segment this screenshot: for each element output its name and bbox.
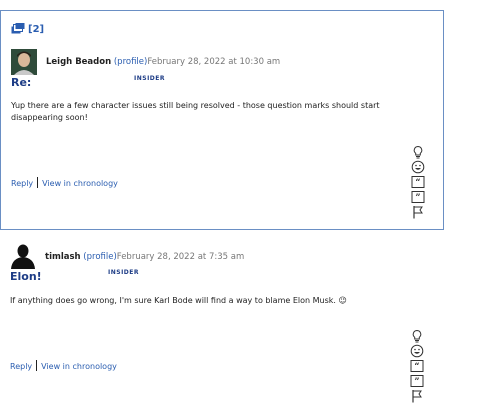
comment-actions: Reply View in chronology — [10, 360, 117, 371]
chronology-link[interactable]: View in chronology — [41, 362, 117, 371]
svg-text:“: “ — [415, 179, 420, 189]
insightful-icon[interactable] — [411, 145, 425, 159]
reply-link[interactable]: Reply — [11, 179, 33, 188]
separator — [37, 177, 39, 188]
vote-buttons: “ ” — [411, 145, 425, 220]
last-word-icon[interactable]: ” — [411, 190, 425, 204]
comment: timlash (profile)February 28, 2022 at 7:… — [0, 243, 444, 405]
comment-body: Yup there are a few character issues sti… — [11, 101, 380, 122]
svg-text:”: ” — [414, 378, 419, 388]
funny-icon[interactable] — [411, 160, 425, 174]
comment-date[interactable]: February 28, 2022 at 10:30 am — [147, 57, 280, 67]
comment-date[interactable]: February 28, 2022 at 7:35 am — [117, 252, 244, 262]
thread-count[interactable]: [2] — [28, 24, 44, 35]
profile-link[interactable]: (profile) — [83, 252, 116, 262]
flag-icon[interactable] — [410, 389, 424, 403]
reply-link[interactable]: Reply — [10, 362, 32, 371]
vote-buttons: “ ” — [410, 329, 424, 404]
separator — [36, 360, 38, 371]
flag-icon[interactable] — [411, 205, 425, 219]
comment-reply: [2] Leigh Beadon (profile)February 28, 2… — [0, 10, 444, 230]
thread-icon — [11, 23, 25, 34]
profile-link[interactable]: (profile) — [114, 57, 147, 67]
thread-count-link[interactable]: [2] — [11, 23, 44, 35]
last-word-icon[interactable]: ” — [410, 374, 424, 388]
comment-body: If anything does go wrong, I'm sure Karl… — [10, 296, 347, 305]
svg-text:“: “ — [414, 363, 419, 373]
chronology-link[interactable]: View in chronology — [42, 179, 118, 188]
avatar[interactable] — [11, 49, 37, 75]
comment-title: Re: — [11, 76, 32, 89]
author-name[interactable]: Leigh Beadon — [46, 57, 111, 67]
author-name[interactable]: timlash — [45, 252, 81, 262]
funny-icon[interactable] — [410, 344, 424, 358]
avatar[interactable] — [10, 243, 36, 269]
insider-badge: INSIDER — [108, 269, 140, 276]
comment-meta: timlash (profile)February 28, 2022 at 7:… — [45, 252, 244, 262]
first-word-icon[interactable]: “ — [410, 359, 424, 373]
comment-actions: Reply View in chronology — [11, 177, 118, 188]
comment-meta: Leigh Beadon (profile)February 28, 2022 … — [46, 57, 280, 67]
insightful-icon[interactable] — [410, 329, 424, 343]
first-word-icon[interactable]: “ — [411, 175, 425, 189]
insider-badge: INSIDER — [134, 75, 166, 82]
comment-title: Elon! — [10, 270, 42, 283]
svg-text:”: ” — [415, 194, 420, 204]
